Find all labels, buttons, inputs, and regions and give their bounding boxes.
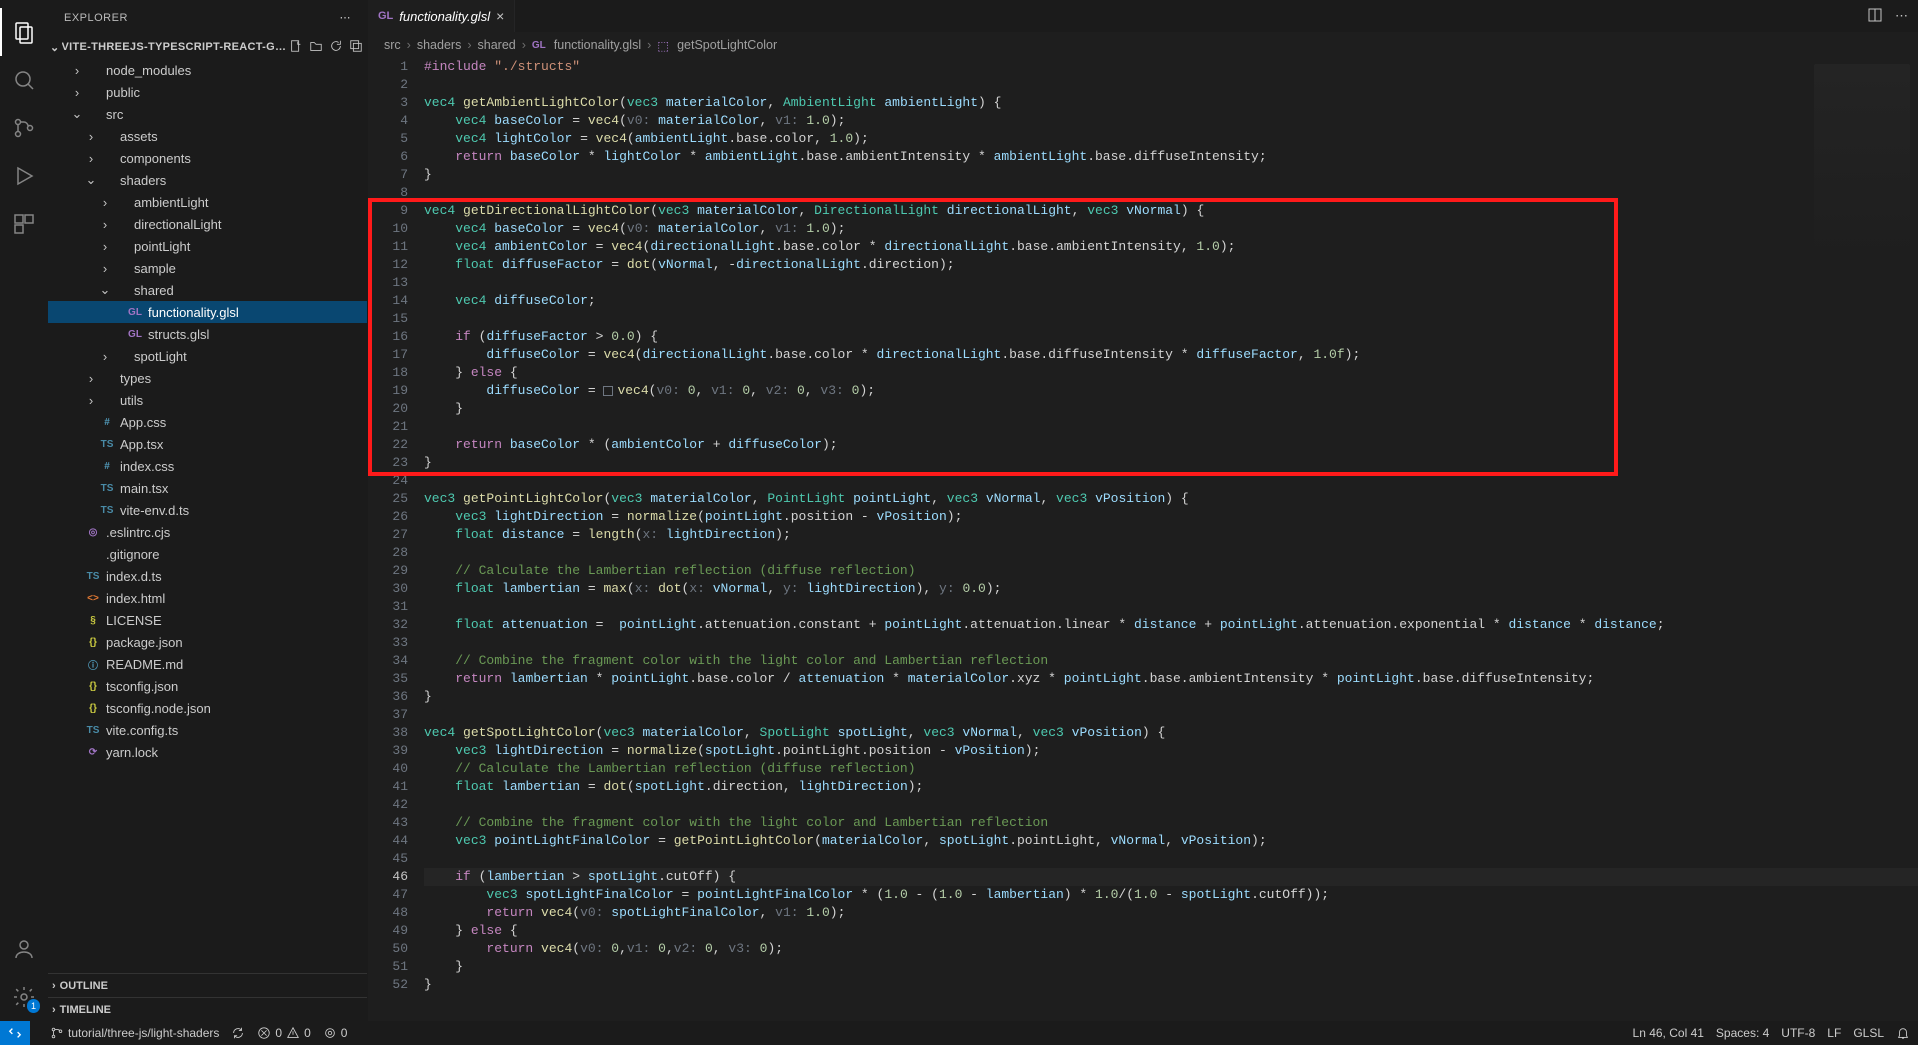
activity-bar: 1 — [0, 0, 48, 1021]
settings-gear-icon[interactable]: 1 — [0, 973, 48, 1021]
cursor-position[interactable]: Ln 46, Col 41 — [1633, 1026, 1704, 1040]
file-app-tsx[interactable]: TSApp.tsx — [48, 433, 367, 455]
tab-functionality-glsl[interactable]: GL functionality.glsl × — [368, 0, 515, 32]
file-tree[interactable]: ›node_modules›public⌄src›assets›componen… — [48, 59, 367, 973]
new-file-icon[interactable] — [289, 39, 303, 56]
folder-utils[interactable]: ›utils — [48, 389, 367, 411]
folder-shaders[interactable]: ⌄shaders — [48, 169, 367, 191]
problems[interactable]: 0 0 — [257, 1026, 310, 1040]
folder-spotlight[interactable]: ›spotLight — [48, 345, 367, 367]
file-package-json[interactable]: {}package.json — [48, 631, 367, 653]
symbol-icon: ⬚ — [657, 38, 669, 53]
folder-types[interactable]: ›types — [48, 367, 367, 389]
file-index-d-ts[interactable]: TSindex.d.ts — [48, 565, 367, 587]
outline-section[interactable]: ›OUTLINE — [48, 973, 367, 997]
file-app-css[interactable]: #App.css — [48, 411, 367, 433]
account-icon[interactable] — [0, 925, 48, 973]
file-index-css[interactable]: #index.css — [48, 455, 367, 477]
sidebar-title: EXPLORER — [64, 12, 340, 24]
folder-public[interactable]: ›public — [48, 81, 367, 103]
new-folder-icon[interactable] — [309, 39, 323, 56]
file-yarn-lock[interactable]: ⟳yarn.lock — [48, 741, 367, 763]
tab-bar: GL functionality.glsl × ⋯ — [368, 0, 1918, 32]
timeline-section[interactable]: ›TIMELINE — [48, 997, 367, 1021]
file-tsconfig-json[interactable]: {}tsconfig.json — [48, 675, 367, 697]
file-functionality-glsl[interactable]: GLfunctionality.glsl — [48, 301, 367, 323]
encoding[interactable]: UTF-8 — [1781, 1026, 1815, 1040]
file-readme-md[interactable]: ⓘREADME.md — [48, 653, 367, 675]
folder-pointlight[interactable]: ›pointLight — [48, 235, 367, 257]
tab-file-icon: GL — [378, 10, 393, 22]
folder-node-modules[interactable]: ›node_modules — [48, 59, 367, 81]
editor-area: GL functionality.glsl × ⋯ src› shaders› … — [368, 0, 1918, 1021]
eol[interactable]: LF — [1827, 1026, 1841, 1040]
split-editor-icon[interactable] — [1867, 7, 1883, 26]
folder-assets[interactable]: ›assets — [48, 125, 367, 147]
notifications-icon[interactable] — [1896, 1026, 1910, 1040]
file-main-tsx[interactable]: TSmain.tsx — [48, 477, 367, 499]
breadcrumbs[interactable]: src› shaders› shared› GL functionality.g… — [368, 32, 1918, 58]
file-tsconfig-node-json[interactable]: {}tsconfig.node.json — [48, 697, 367, 719]
file-vite-config-ts[interactable]: TSvite.config.ts — [48, 719, 367, 741]
git-branch[interactable]: tutorial/three-js/light-shaders — [50, 1026, 219, 1040]
tab-title: functionality.glsl — [399, 9, 490, 24]
file-vite-env-d-ts[interactable]: TSvite-env.d.ts — [48, 499, 367, 521]
language-mode[interactable]: GLSL — [1853, 1026, 1884, 1040]
line-gutter: 1234567891011121314151617181920212223242… — [368, 58, 424, 1021]
file--gitignore[interactable]: .gitignore — [48, 543, 367, 565]
source-control-icon[interactable] — [0, 104, 48, 152]
indentation[interactable]: Spaces: 4 — [1716, 1026, 1769, 1040]
file-index-html[interactable]: <>index.html — [48, 587, 367, 609]
refresh-icon[interactable] — [329, 39, 343, 56]
collapse-all-icon[interactable] — [349, 39, 363, 56]
file-structs-glsl[interactable]: GLstructs.glsl — [48, 323, 367, 345]
ports[interactable]: 0 — [323, 1026, 348, 1040]
folder-sample[interactable]: ›sample — [48, 257, 367, 279]
minimap[interactable] — [1814, 64, 1910, 264]
code-editor[interactable]: 1234567891011121314151617181920212223242… — [368, 58, 1918, 1021]
run-debug-icon[interactable] — [0, 152, 48, 200]
sidebar-header: EXPLORER ⋯ — [48, 0, 367, 35]
folder-components[interactable]: ›components — [48, 147, 367, 169]
code-content[interactable]: #include "./structs"vec4 getAmbientLight… — [424, 58, 1918, 1021]
remote-indicator[interactable] — [0, 1021, 30, 1045]
folder-src[interactable]: ⌄src — [48, 103, 367, 125]
tab-close-icon[interactable]: × — [496, 8, 504, 24]
workspace-root[interactable]: ⌄ VITE-THREEJS-TYPESCRIPT-REACT-GLSL-STA… — [48, 35, 367, 59]
sync-icon[interactable] — [231, 1026, 245, 1040]
sidebar: EXPLORER ⋯ ⌄ VITE-THREEJS-TYPESCRIPT-REA… — [48, 0, 368, 1021]
status-bar: tutorial/three-js/light-shaders 0 0 0 Ln… — [0, 1021, 1918, 1045]
folder-ambientlight[interactable]: ›ambientLight — [48, 191, 367, 213]
file--eslintrc-cjs[interactable]: ◎.eslintrc.cjs — [48, 521, 367, 543]
folder-directionallight[interactable]: ›directionalLight — [48, 213, 367, 235]
folder-shared[interactable]: ⌄shared — [48, 279, 367, 301]
explorer-icon[interactable] — [0, 8, 48, 56]
editor-more-icon[interactable]: ⋯ — [1895, 8, 1908, 24]
sidebar-more-icon[interactable]: ⋯ — [340, 11, 352, 24]
file-license[interactable]: §LICENSE — [48, 609, 367, 631]
settings-badge: 1 — [27, 999, 40, 1013]
search-icon[interactable] — [0, 56, 48, 104]
extensions-icon[interactable] — [0, 200, 48, 248]
